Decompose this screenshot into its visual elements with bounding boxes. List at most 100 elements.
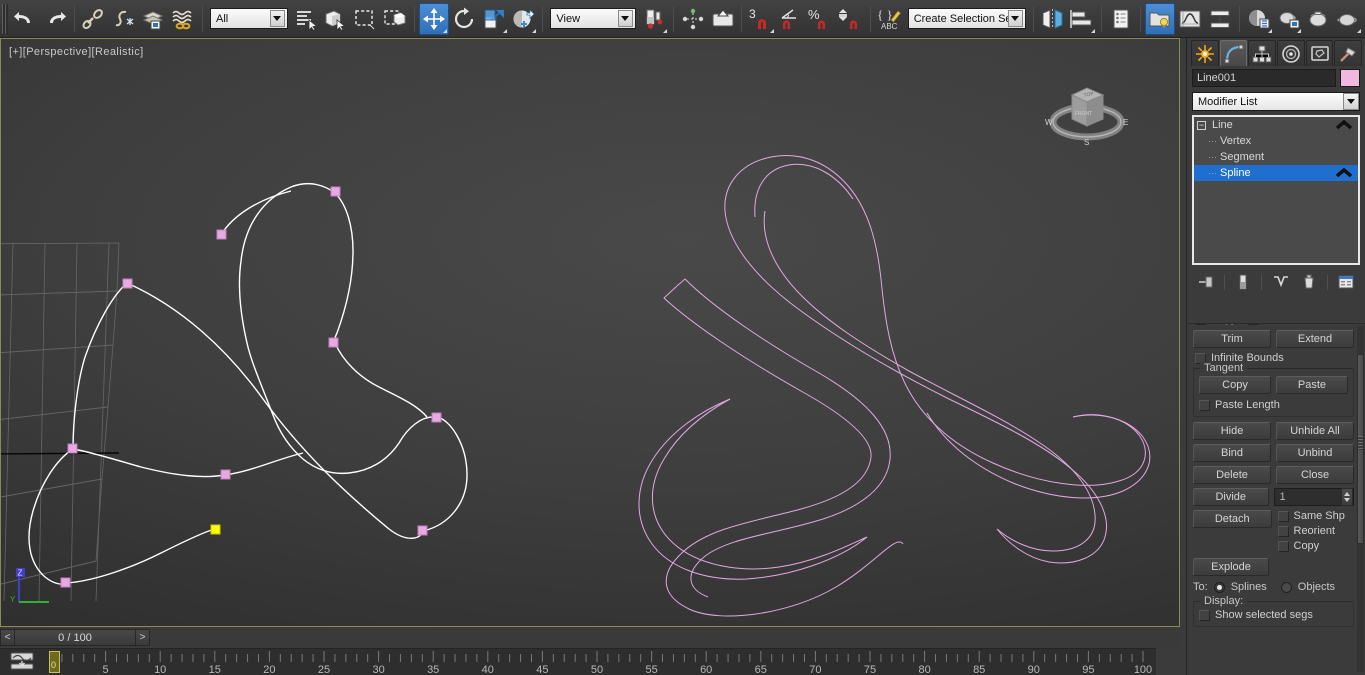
reorient-row[interactable]: Reorient bbox=[1277, 525, 1355, 537]
scene-explorer-button[interactable] bbox=[1145, 2, 1176, 35]
viewcube[interactable]: TOP FRONT W E S bbox=[1041, 69, 1133, 149]
use-pivot-point-center-button[interactable] bbox=[639, 3, 669, 35]
select-and-place-button[interactable] bbox=[509, 3, 539, 35]
chevron-down-icon[interactable] bbox=[269, 10, 285, 27]
show-selected-segs-row[interactable]: Show selected segs bbox=[1199, 609, 1348, 621]
detach-copy-row[interactable]: Copy bbox=[1277, 540, 1355, 552]
detach-copy-checkbox[interactable] bbox=[1277, 540, 1289, 552]
reference-coordinate-system-dropdown[interactable]: View bbox=[550, 8, 636, 29]
open-mini-curve-editor-icon[interactable] bbox=[9, 652, 35, 670]
stack-item-vertex[interactable]: ⋯ Vertex bbox=[1194, 133, 1358, 149]
undo-button[interactable] bbox=[10, 3, 40, 35]
schematic-view-button[interactable] bbox=[1205, 3, 1235, 35]
paste-length-checkbox[interactable] bbox=[1199, 399, 1210, 411]
tangent-paste-button[interactable]: Paste bbox=[1276, 376, 1348, 394]
time-ruler[interactable]: 5 10 15 20 25 30 35 40 45 50 55 60 65 70 75 80 85 90 95 100 bbox=[46, 649, 1156, 675]
copy-checkbox-row[interactable]: Copy bbox=[1195, 324, 1237, 325]
chevron-up-icon[interactable] bbox=[1336, 168, 1352, 178]
select-and-move-button[interactable] bbox=[419, 2, 449, 35]
to-objects-radio[interactable] bbox=[1280, 581, 1292, 593]
paste-length-row[interactable]: Paste Length bbox=[1199, 399, 1348, 411]
stack-item-spline[interactable]: ⋯ Spline bbox=[1194, 165, 1358, 181]
utilities-tab[interactable] bbox=[1334, 40, 1363, 66]
show-selected-segs-checkbox[interactable] bbox=[1199, 609, 1210, 621]
window-crossing-toggle-button[interactable] bbox=[380, 3, 410, 35]
reorient-checkbox[interactable] bbox=[1277, 525, 1289, 537]
to-splines-radio[interactable] bbox=[1213, 581, 1225, 593]
remove-modifier-button[interactable] bbox=[1299, 272, 1319, 292]
delete-button[interactable]: Delete bbox=[1193, 466, 1271, 484]
edit-named-selection-sets-button[interactable]: { } ABC bbox=[875, 3, 905, 35]
trim-button[interactable]: Trim bbox=[1193, 330, 1271, 348]
expander-icon[interactable]: − bbox=[1197, 120, 1206, 130]
next-frame-button[interactable]: > bbox=[135, 629, 150, 646]
bind-to-space-warp-button[interactable] bbox=[138, 3, 168, 35]
create-tab[interactable] bbox=[1191, 40, 1219, 66]
select-and-manipulate-button[interactable] bbox=[678, 3, 708, 35]
modifier-list-dropdown[interactable]: Modifier List bbox=[1192, 92, 1360, 111]
tangent-copy-button[interactable]: Copy bbox=[1199, 376, 1271, 394]
named-selection-sets-button[interactable] bbox=[708, 3, 738, 35]
about-pivot-checkbox-row[interactable]: About Pivot bbox=[1246, 324, 1319, 325]
hide-button[interactable]: Hide bbox=[1193, 422, 1271, 440]
percent-snap-toggle-button[interactable]: % bbox=[806, 3, 836, 35]
divide-spinner[interactable]: 1 bbox=[1273, 488, 1354, 506]
curve-editor-button[interactable] bbox=[1175, 3, 1205, 35]
extend-button[interactable]: Extend bbox=[1276, 330, 1354, 348]
spline-vertices[interactable] bbox=[60, 186, 442, 588]
selection-filter-dropdown[interactable]: All bbox=[210, 8, 288, 29]
pin-stack-button[interactable] bbox=[1196, 272, 1216, 292]
layer-explorer-button[interactable] bbox=[168, 3, 198, 35]
redo-button[interactable] bbox=[40, 3, 70, 35]
chevron-down-icon[interactable] bbox=[617, 10, 633, 27]
chevron-down-icon[interactable] bbox=[1007, 10, 1023, 27]
unbind-button[interactable]: Unbind bbox=[1276, 444, 1354, 462]
track-bar[interactable]: 5 10 15 20 25 30 35 40 45 50 55 60 65 70 75 80 85 90 95 100… bbox=[0, 648, 1180, 675]
object-name-field[interactable]: Line001 bbox=[1192, 69, 1336, 87]
previous-frame-button[interactable]: < bbox=[0, 629, 15, 646]
snaps-toggle-button[interactable]: 3 bbox=[746, 3, 776, 35]
perspective-viewport[interactable]: [+][Perspective][Realistic] TOP FRONT W … bbox=[0, 38, 1180, 627]
select-and-link-button[interactable] bbox=[79, 3, 109, 35]
unlink-selection-button[interactable] bbox=[109, 3, 139, 35]
modifier-stack[interactable]: − Line ⋯ Vertex ⋯ Segment ⋯ Spline bbox=[1192, 115, 1360, 265]
motion-tab[interactable] bbox=[1277, 40, 1305, 66]
frame-display[interactable]: 0 / 100 bbox=[15, 629, 135, 646]
create-selection-set-dropdown[interactable]: Create Selection Se bbox=[907, 8, 1026, 29]
display-tab[interactable] bbox=[1305, 40, 1334, 66]
mirror-button[interactable] bbox=[1038, 3, 1068, 35]
material-editor-button[interactable] bbox=[1244, 3, 1274, 35]
render-production-button[interactable] bbox=[1333, 3, 1363, 35]
select-object-button[interactable] bbox=[291, 3, 321, 35]
rendered-frame-window-button[interactable] bbox=[1303, 3, 1333, 35]
explode-button[interactable]: Explode bbox=[1193, 558, 1269, 576]
render-setup-button[interactable] bbox=[1274, 3, 1304, 35]
select-by-name-button[interactable] bbox=[320, 3, 350, 35]
select-and-scale-button[interactable] bbox=[479, 3, 509, 35]
divide-button[interactable]: Divide bbox=[1193, 488, 1269, 506]
spinner-snap-toggle-button[interactable] bbox=[836, 3, 866, 35]
object-color-swatch[interactable] bbox=[1340, 69, 1360, 87]
close-button[interactable]: Close bbox=[1276, 466, 1354, 484]
about-pivot-checkbox[interactable] bbox=[1246, 324, 1258, 325]
layer-manager-button[interactable] bbox=[1106, 3, 1136, 35]
rectangular-selection-region-button[interactable] bbox=[350, 3, 380, 35]
unhide-all-button[interactable]: Unhide All bbox=[1276, 422, 1354, 440]
bind-button[interactable]: Bind bbox=[1193, 444, 1271, 462]
command-panel-scrollbar[interactable] bbox=[1357, 326, 1364, 672]
detach-button[interactable]: Detach bbox=[1193, 510, 1272, 528]
copy-checkbox[interactable] bbox=[1195, 324, 1206, 325]
angle-snap-toggle-button[interactable] bbox=[776, 3, 806, 35]
select-and-rotate-button[interactable] bbox=[449, 3, 479, 35]
chevron-down-icon[interactable] bbox=[1343, 93, 1359, 110]
hierarchy-tab[interactable] bbox=[1248, 40, 1277, 66]
same-shp-row[interactable]: Same Shp bbox=[1277, 510, 1355, 522]
show-end-result-button[interactable] bbox=[1233, 272, 1253, 292]
stack-item-segment[interactable]: ⋯ Segment bbox=[1194, 149, 1358, 165]
toolbar-grip[interactable] bbox=[2, 3, 8, 34]
chevron-up-icon[interactable] bbox=[1336, 120, 1352, 130]
viewport-label[interactable]: [+][Perspective][Realistic] bbox=[9, 46, 144, 58]
stack-item-line[interactable]: − Line bbox=[1194, 117, 1358, 133]
time-cursor[interactable]: 0 bbox=[49, 651, 60, 673]
align-button[interactable] bbox=[1068, 3, 1098, 35]
